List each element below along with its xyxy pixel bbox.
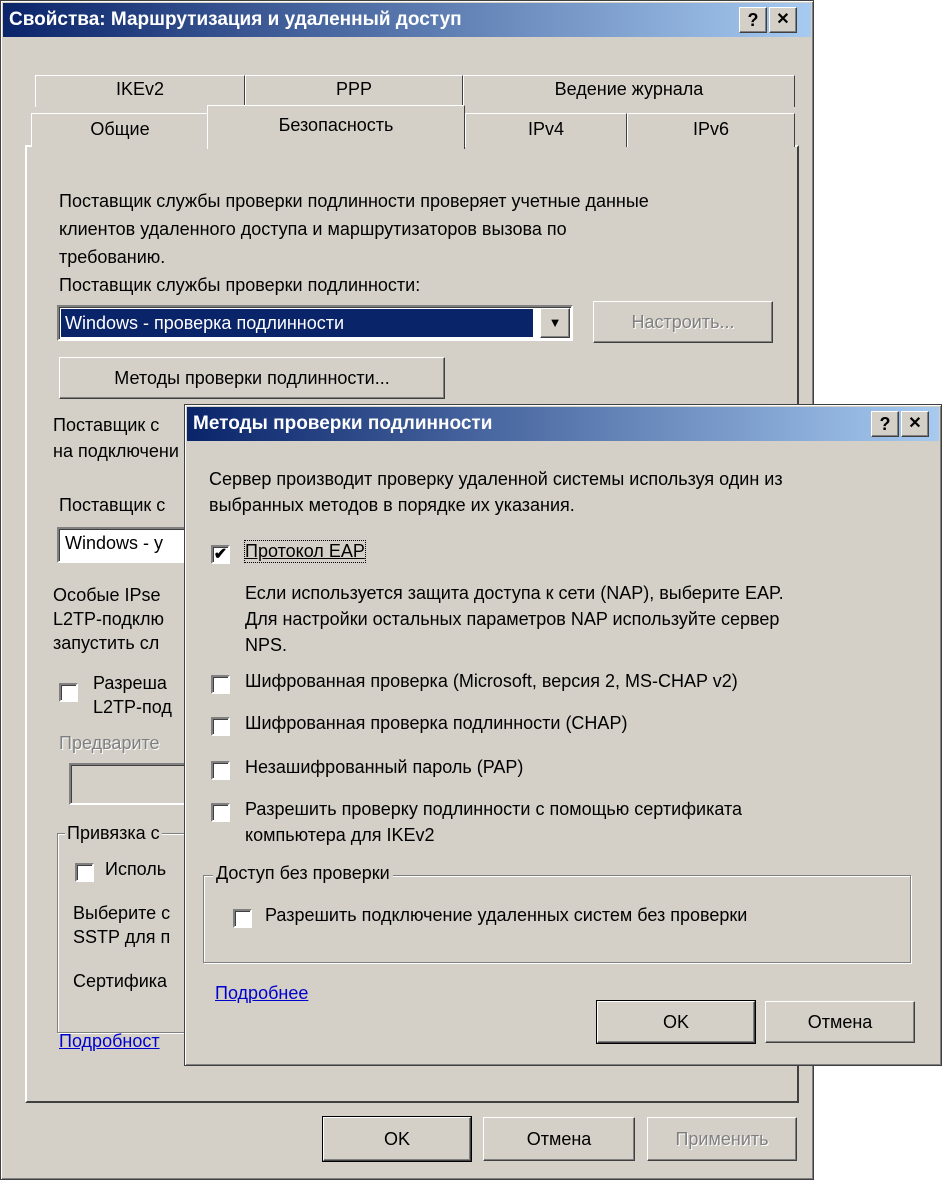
mschap-checkbox[interactable] <box>211 675 230 694</box>
help-icon[interactable]: ? <box>739 7 767 33</box>
noauth-checkbox[interactable] <box>233 909 252 928</box>
mschap-label: Шифрованная проверка (Microsoft, версия … <box>245 671 738 691</box>
tab-ppp[interactable]: PPP <box>245 75 463 107</box>
auth-methods-dialog: Методы проверки подлинности ? ✕ Сервер п… <box>184 404 942 1066</box>
allow-l2tp-line-1: Разреша <box>93 673 167 693</box>
cancel-button[interactable]: Отмена <box>483 1117 635 1161</box>
close-icon[interactable]: ✕ <box>769 7 797 33</box>
intro-line-1: Поставщик службы проверки подлинности пр… <box>59 191 649 211</box>
ipsec-line-1: Особые IPse <box>53 585 161 605</box>
dialog-help-icon[interactable]: ? <box>871 411 899 437</box>
noauth-group-label: Доступ без проверки <box>213 863 393 884</box>
chevron-down-icon[interactable]: ▼ <box>540 308 570 338</box>
select-line-2: SSTP для п <box>73 927 171 947</box>
preshared-key-label: Предварите <box>59 733 160 753</box>
details-link[interactable]: Подробност <box>59 1031 160 1052</box>
eap-label: Протокол EAP <box>244 540 366 563</box>
eap-note-line-3: NPS. <box>245 635 288 655</box>
dialog-desc-line-1: Сервер производит проверку удаленной сис… <box>209 469 783 489</box>
auth-provider-select[interactable]: Windows - проверка подлинности ▼ <box>57 305 573 341</box>
properties-title: Свойства: Маршрутизация и удаленный дост… <box>9 9 462 30</box>
allow-l2tp-checkbox[interactable] <box>59 683 78 702</box>
certificate-label: Сертифика <box>73 971 168 991</box>
dialog-ok-button[interactable]: OK <box>596 1000 756 1044</box>
properties-titlebar[interactable]: Свойства: Маршрутизация и удаленный дост… <box>3 3 811 37</box>
cert-ikev2-checkbox[interactable] <box>211 803 230 822</box>
dialog-title: Методы проверки подлинности <box>193 413 493 434</box>
tab-general[interactable]: Общие <box>31 113 209 147</box>
chap-label: Шифрованная проверка подлинности (CHAP) <box>245 713 628 733</box>
dialog-cancel-button[interactable]: Отмена <box>765 1001 915 1043</box>
accounting-line-2: на подключени <box>53 441 179 461</box>
tab-logging[interactable]: Ведение журнала <box>463 75 795 107</box>
intro-line-3: требованию. <box>59 247 166 267</box>
eap-note-line-1: Если используется защита доступа к сети … <box>245 583 784 603</box>
intro-line-2: клиентов удаленного доступа и маршрутиза… <box>59 219 567 239</box>
pap-checkbox[interactable] <box>211 761 230 780</box>
binding-group-label: Привязка с <box>65 823 162 844</box>
allow-l2tp-line-2: L2TP-под <box>93 697 172 717</box>
tab-ikev2[interactable]: IKEv2 <box>35 75 245 107</box>
eap-note-line-2: Для настройки остальных параметров NAP и… <box>245 609 780 629</box>
apply-button[interactable]: Применить <box>647 1117 797 1161</box>
tab-ipv6[interactable]: IPv6 <box>627 113 795 147</box>
ipsec-line-3: запустить сл <box>53 633 160 653</box>
ipsec-line-2: L2TP-подклю <box>53 609 164 629</box>
pap-label: Незашифрованный пароль (PAP) <box>245 757 524 777</box>
noauth-label: Разрешить подключение удаленных систем б… <box>265 905 748 925</box>
use-label: Исполь <box>105 859 167 879</box>
accounting-label: Поставщик с <box>59 495 166 515</box>
auth-provider-value: Windows - проверка подлинности <box>61 309 533 337</box>
accounting-line-1: Поставщик с <box>53 415 160 435</box>
chap-checkbox[interactable] <box>211 717 230 736</box>
cert-ikev2-line-1: Разрешить проверку подлинности с помощью… <box>245 799 743 819</box>
select-line-1: Выберите с <box>73 903 171 923</box>
configure-button[interactable]: Настроить... <box>593 301 773 343</box>
dialog-desc-line-2: выбранных методов в порядке их указания. <box>209 495 575 515</box>
ok-button[interactable]: OK <box>322 1116 472 1162</box>
dialog-close-icon[interactable]: ✕ <box>901 411 929 437</box>
provider-label: Поставщик службы проверки подлинности: <box>59 275 421 295</box>
auth-methods-button[interactable]: Методы проверки подлинности... <box>59 357 445 399</box>
accounting-value: Windows - у <box>65 533 164 553</box>
tab-ipv4[interactable]: IPv4 <box>465 113 627 147</box>
tab-security[interactable]: Безопасность <box>207 105 465 149</box>
eap-checkbox[interactable]: ✔ <box>211 545 230 564</box>
cert-ikev2-line-2: компьютера для IKEv2 <box>245 825 435 845</box>
more-link[interactable]: Подробнее <box>215 983 308 1004</box>
dialog-titlebar[interactable]: Методы проверки подлинности <box>187 407 939 441</box>
use-checkbox[interactable] <box>75 863 94 882</box>
